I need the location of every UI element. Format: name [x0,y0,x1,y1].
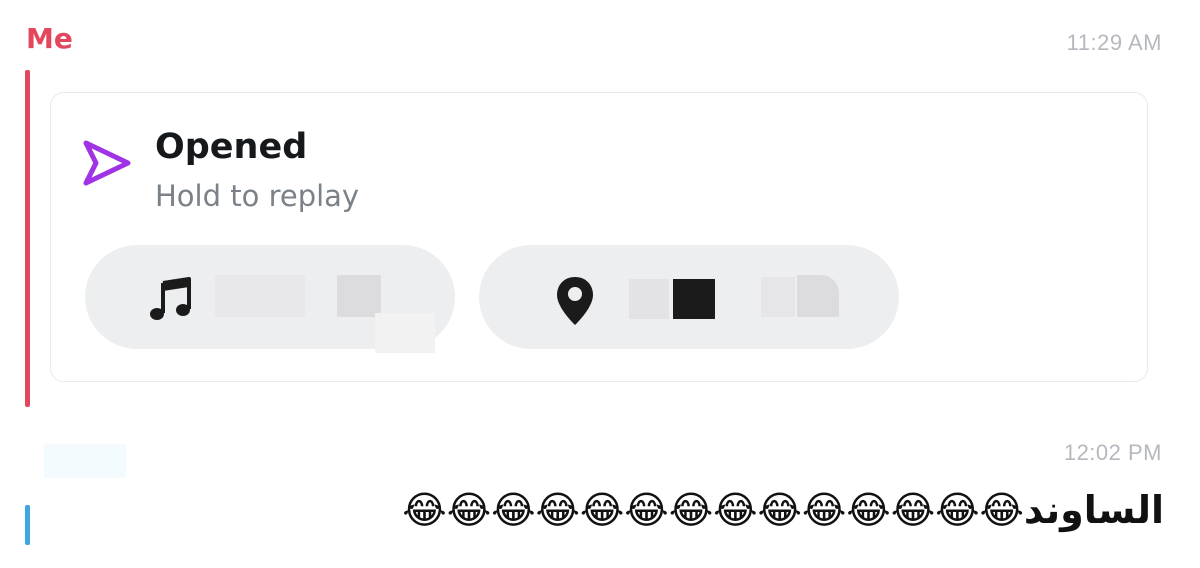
snap-status-title: Opened [155,127,308,167]
location-attachment-chip[interactable] [479,245,899,349]
blurred-sender-name [44,444,126,478]
thread-indicator-bar [25,70,30,407]
blurred-track-info [215,275,305,317]
snap-replay-hint: Hold to replay [155,179,360,213]
sent-snap-arrow-icon [83,140,131,186]
snap-message-card[interactable]: Opened Hold to replay [50,92,1148,382]
location-pin-icon [557,277,593,325]
chat-message-text: الساوند😂😂😂😂😂😂😂😂😂😂😂😂😂😂 [402,488,1164,532]
blurred-location-info [761,277,795,317]
message-timestamp: 12:02 PM [1063,440,1162,465]
blurred-track-info [375,313,435,353]
blurred-track-info [337,275,381,317]
music-note-icon [150,277,191,320]
blurred-location-info [673,279,715,319]
blurred-location-info [797,275,839,317]
thread-indicator-bar [25,505,30,545]
blurred-location-info [629,279,669,319]
music-attachment-chip[interactable] [85,245,455,353]
chat-view: Me 11:29 AM Opened Hold to replay 12:02 … [0,0,1200,568]
message-timestamp: 11:29 AM [1066,30,1162,55]
sender-name: Me [26,22,73,55]
